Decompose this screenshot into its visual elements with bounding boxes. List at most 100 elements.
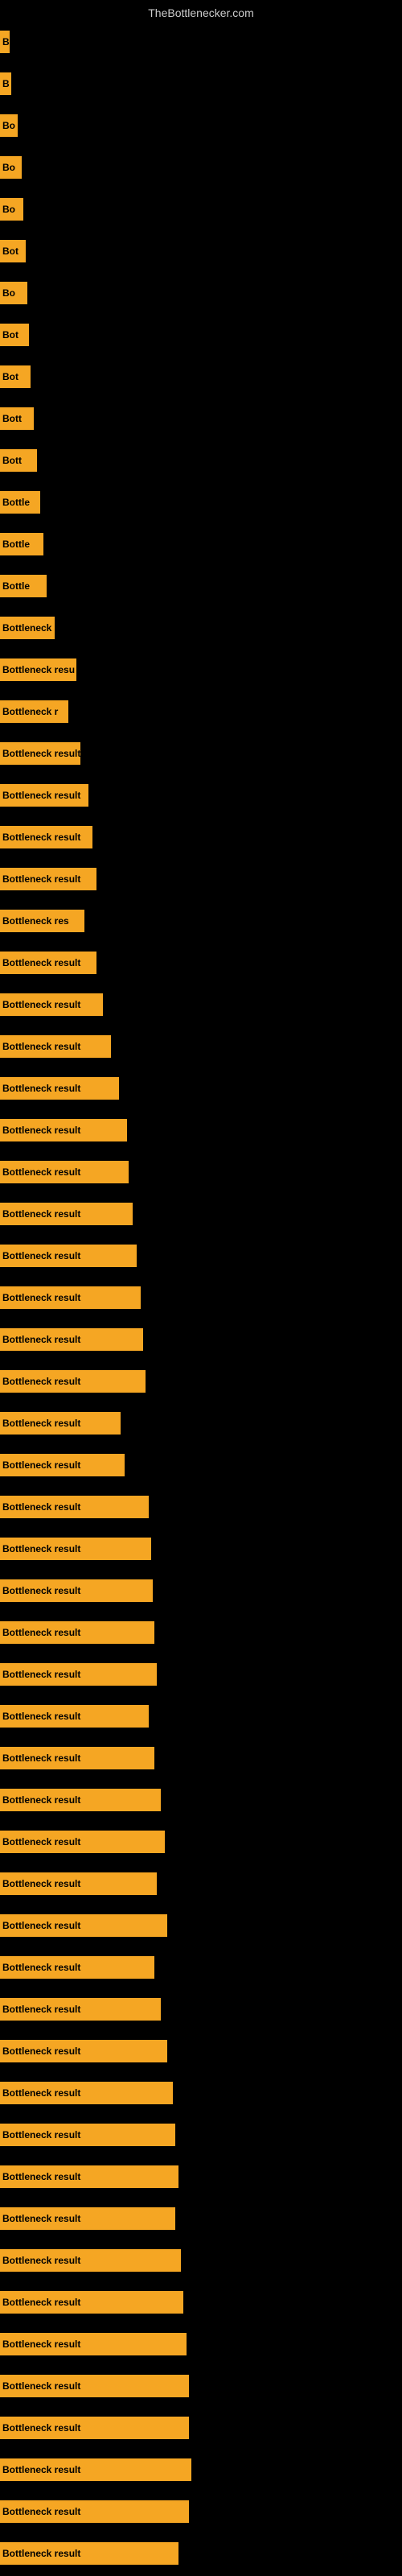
bar-6: Bo	[0, 282, 27, 304]
bar-row-56: Bottleneck result	[0, 2375, 189, 2397]
bar-47: Bottleneck result	[0, 1998, 161, 2021]
bar-row-57: Bottleneck result	[0, 2417, 189, 2439]
bar-row-2: Bo	[0, 114, 18, 137]
bar-5: Bot	[0, 240, 26, 262]
bar-row-0: B	[0, 31, 10, 53]
bar-row-53: Bottleneck result	[0, 2249, 181, 2272]
bar-39: Bottleneck result	[0, 1663, 157, 1686]
bar-34: Bottleneck result	[0, 1454, 125, 1476]
bar-row-17: Bottleneck result	[0, 742, 80, 765]
bar-row-55: Bottleneck result	[0, 2333, 187, 2355]
bar-row-37: Bottleneck result	[0, 1579, 153, 1602]
bar-row-14: Bottleneck	[0, 617, 55, 639]
bar-22: Bottleneck result	[0, 952, 96, 974]
bar-41: Bottleneck result	[0, 1747, 154, 1769]
bar-row-27: Bottleneck result	[0, 1161, 129, 1183]
bar-49: Bottleneck result	[0, 2082, 173, 2104]
bar-row-54: Bottleneck result	[0, 2291, 183, 2314]
bar-0: B	[0, 31, 10, 53]
bar-53: Bottleneck result	[0, 2249, 181, 2272]
bar-42: Bottleneck result	[0, 1789, 161, 1811]
bar-row-15: Bottleneck resu	[0, 658, 76, 681]
bar-23: Bottleneck result	[0, 993, 103, 1016]
bar-37: Bottleneck result	[0, 1579, 153, 1602]
bar-row-6: Bo	[0, 282, 27, 304]
bar-12: Bottle	[0, 533, 43, 555]
bar-32: Bottleneck result	[0, 1370, 146, 1393]
bar-16: Bottleneck r	[0, 700, 68, 723]
bar-36: Bottleneck result	[0, 1538, 151, 1560]
bar-row-10: Bott	[0, 449, 37, 472]
bar-row-44: Bottleneck result	[0, 1872, 157, 1895]
bar-56: Bottleneck result	[0, 2375, 189, 2397]
bar-row-23: Bottleneck result	[0, 993, 103, 1016]
bar-row-4: Bo	[0, 198, 23, 221]
bar-row-35: Bottleneck result	[0, 1496, 149, 1518]
bar-52: Bottleneck result	[0, 2207, 175, 2230]
bar-58: Bottleneck result	[0, 2458, 191, 2481]
bar-48: Bottleneck result	[0, 2040, 167, 2062]
bar-54: Bottleneck result	[0, 2291, 183, 2314]
bar-row-5: Bot	[0, 240, 26, 262]
bar-35: Bottleneck result	[0, 1496, 149, 1518]
bar-row-28: Bottleneck result	[0, 1203, 133, 1225]
bar-row-13: Bottle	[0, 575, 47, 597]
bar-row-47: Bottleneck result	[0, 1998, 161, 2021]
bar-46: Bottleneck result	[0, 1956, 154, 1979]
bar-row-48: Bottleneck result	[0, 2040, 167, 2062]
bar-60: Bottleneck result	[0, 2542, 178, 2565]
bar-38: Bottleneck result	[0, 1621, 154, 1644]
bar-50: Bottleneck result	[0, 2124, 175, 2146]
bar-7: Bot	[0, 324, 29, 346]
bar-55: Bottleneck result	[0, 2333, 187, 2355]
bar-row-19: Bottleneck result	[0, 826, 92, 848]
bar-11: Bottle	[0, 491, 40, 514]
bar-33: Bottleneck result	[0, 1412, 121, 1435]
bar-row-40: Bottleneck result	[0, 1705, 149, 1728]
bar-10: Bott	[0, 449, 37, 472]
bar-row-39: Bottleneck result	[0, 1663, 157, 1686]
bar-2: Bo	[0, 114, 18, 137]
bar-row-51: Bottleneck result	[0, 2165, 178, 2188]
bar-row-59: Bottleneck result	[0, 2500, 189, 2523]
bar-9: Bott	[0, 407, 34, 430]
bar-row-3: Bo	[0, 156, 22, 179]
bar-43: Bottleneck result	[0, 1831, 165, 1853]
bar-row-18: Bottleneck result	[0, 784, 88, 807]
bar-31: Bottleneck result	[0, 1328, 143, 1351]
bar-28: Bottleneck result	[0, 1203, 133, 1225]
bar-row-9: Bott	[0, 407, 34, 430]
bar-30: Bottleneck result	[0, 1286, 141, 1309]
bar-row-38: Bottleneck result	[0, 1621, 154, 1644]
bar-26: Bottleneck result	[0, 1119, 127, 1141]
bar-row-50: Bottleneck result	[0, 2124, 175, 2146]
bar-row-22: Bottleneck result	[0, 952, 96, 974]
bar-row-43: Bottleneck result	[0, 1831, 165, 1853]
bar-25: Bottleneck result	[0, 1077, 119, 1100]
bar-row-60: Bottleneck result	[0, 2542, 178, 2565]
bar-row-29: Bottleneck result	[0, 1245, 137, 1267]
bar-row-12: Bottle	[0, 533, 43, 555]
bar-19: Bottleneck result	[0, 826, 92, 848]
bar-57: Bottleneck result	[0, 2417, 189, 2439]
bar-row-1: B	[0, 72, 11, 95]
bar-row-7: Bot	[0, 324, 29, 346]
bar-51: Bottleneck result	[0, 2165, 178, 2188]
bar-row-20: Bottleneck result	[0, 868, 96, 890]
bar-4: Bo	[0, 198, 23, 221]
bar-20: Bottleneck result	[0, 868, 96, 890]
bar-row-58: Bottleneck result	[0, 2458, 191, 2481]
bar-row-46: Bottleneck result	[0, 1956, 154, 1979]
bar-29: Bottleneck result	[0, 1245, 137, 1267]
bar-15: Bottleneck resu	[0, 658, 76, 681]
bar-row-52: Bottleneck result	[0, 2207, 175, 2230]
bar-row-41: Bottleneck result	[0, 1747, 154, 1769]
bar-row-32: Bottleneck result	[0, 1370, 146, 1393]
bar-row-25: Bottleneck result	[0, 1077, 119, 1100]
bar-row-26: Bottleneck result	[0, 1119, 127, 1141]
bar-row-34: Bottleneck result	[0, 1454, 125, 1476]
bar-row-30: Bottleneck result	[0, 1286, 141, 1309]
bar-27: Bottleneck result	[0, 1161, 129, 1183]
bar-21: Bottleneck res	[0, 910, 84, 932]
bar-13: Bottle	[0, 575, 47, 597]
